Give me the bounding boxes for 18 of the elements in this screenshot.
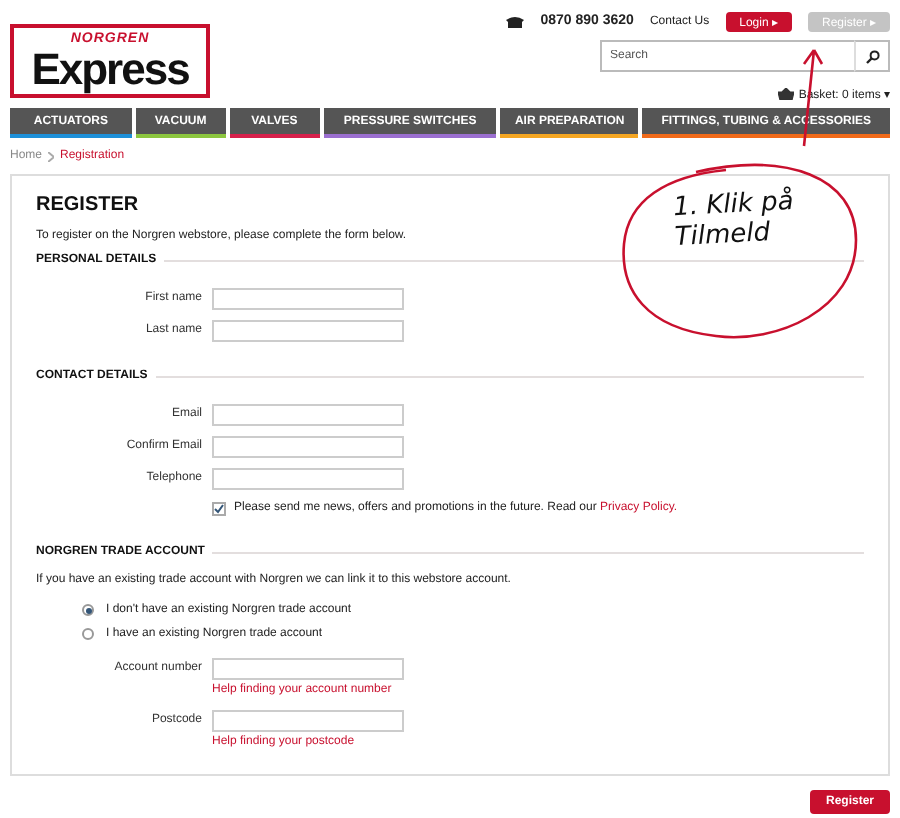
logo-product: Express xyxy=(31,47,189,91)
telephone-icon xyxy=(506,15,525,27)
checkbox[interactable] xyxy=(212,501,226,515)
chevron-icon xyxy=(48,151,55,161)
search-button[interactable] xyxy=(854,40,890,72)
radio-button[interactable] xyxy=(82,628,94,640)
form-title: REGISTER xyxy=(36,194,139,216)
input-field[interactable] xyxy=(212,403,404,425)
basket-icon xyxy=(778,88,795,100)
input-field[interactable] xyxy=(212,709,404,731)
handwritten-note: 1. Klik på Tilmeld xyxy=(672,186,796,254)
radio-button[interactable] xyxy=(82,604,94,616)
input-field[interactable] xyxy=(212,319,404,341)
input-field[interactable] xyxy=(212,287,404,309)
search-icon xyxy=(865,49,879,63)
input-field[interactable] xyxy=(212,467,404,489)
input-field[interactable] xyxy=(212,435,404,457)
input-field[interactable] xyxy=(212,657,404,679)
